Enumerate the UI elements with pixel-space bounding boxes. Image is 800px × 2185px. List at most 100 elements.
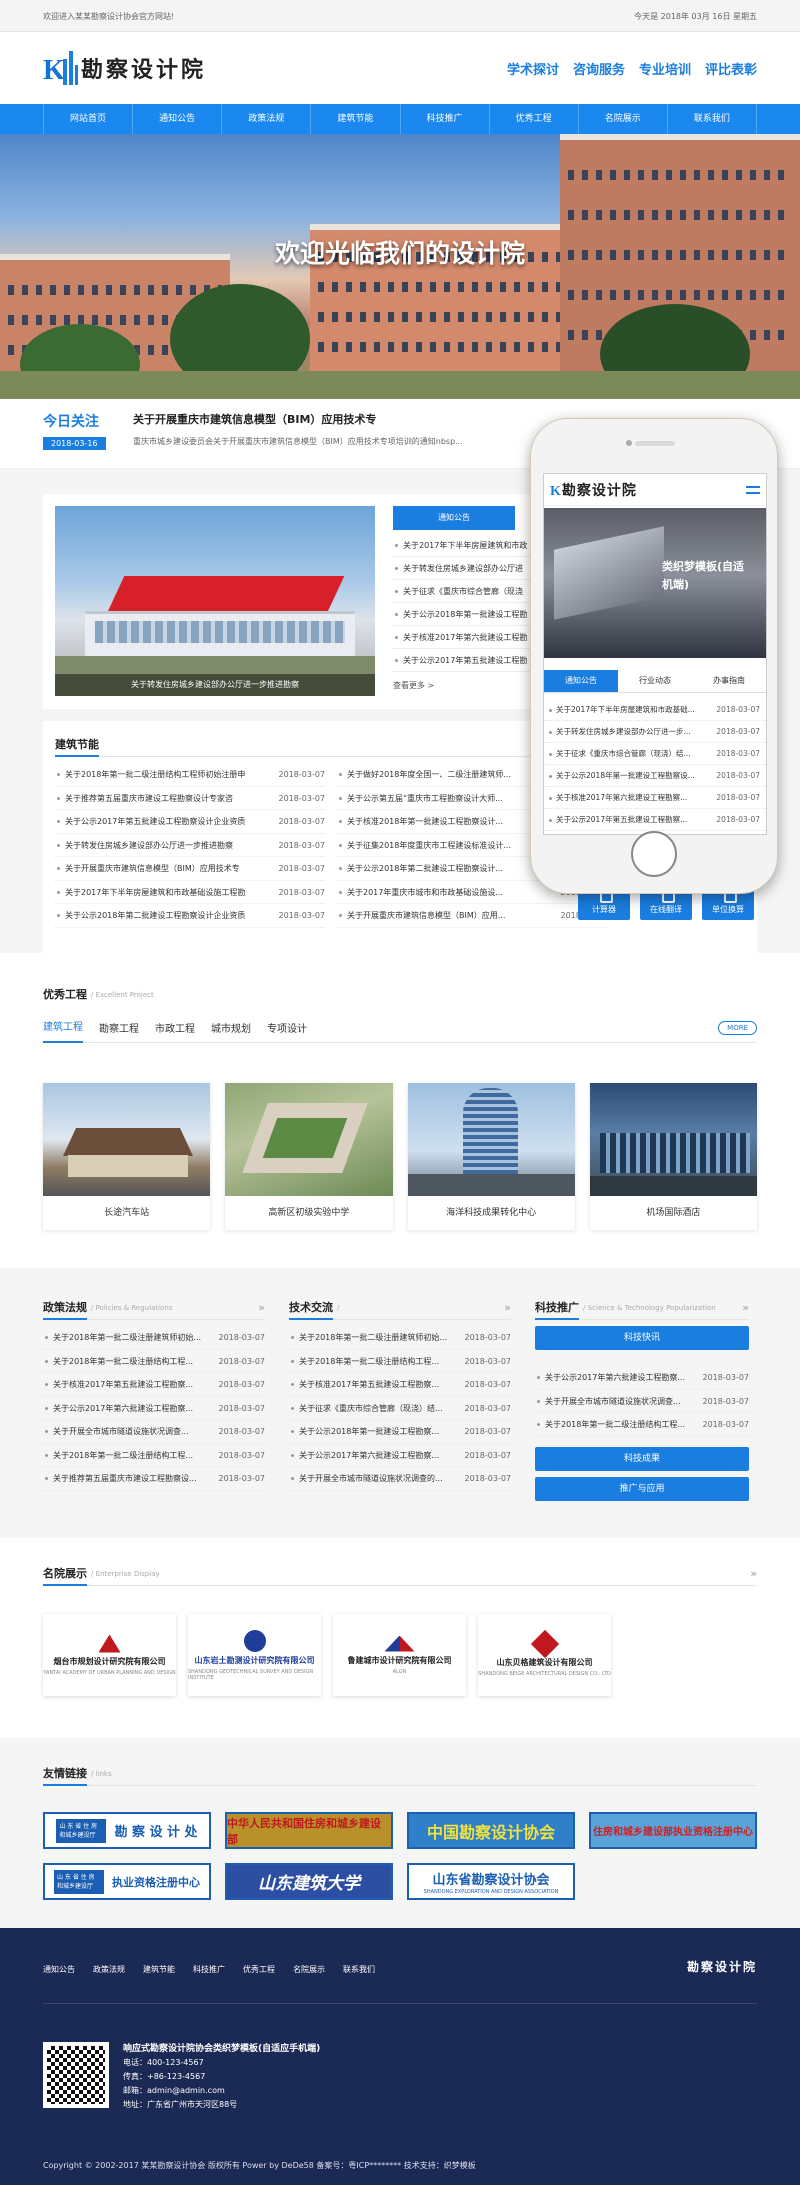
tab-survey[interactable]: 勘察工程 xyxy=(99,1020,139,1035)
nav-policy[interactable]: 政策法规 xyxy=(222,104,312,134)
project-image xyxy=(589,1083,757,1196)
phone-tab-guide[interactable]: 办事指南 xyxy=(692,670,766,692)
list-item[interactable]: 关于公示2017年第五批建设工程勘察... 2018-03-07 xyxy=(544,809,766,831)
nav-contact[interactable]: 联系我们 xyxy=(668,104,757,134)
list-item[interactable]: 关于核准2017年第六批建设工程勘察... 2018-03-07 xyxy=(544,787,766,809)
nav-energy[interactable]: 建筑节能 xyxy=(311,104,401,134)
date-text: 今天是 2018年 03月 16日 星期五 xyxy=(634,11,757,21)
header-link-awards[interactable]: 评比表彰 xyxy=(705,59,757,78)
promotion-button[interactable]: 推广与应用 xyxy=(535,1476,749,1501)
tab-municipal[interactable]: 市政工程 xyxy=(155,1020,195,1035)
featured-image[interactable]: 关于转发住房城乡建设部办公厅进一步推进勘察 xyxy=(55,506,375,696)
tab-architecture[interactable]: 建筑工程 xyxy=(43,1013,83,1043)
list-item[interactable]: 关于开展全市城市隧道设施状况调查... 2018-03-07 xyxy=(535,1390,749,1413)
home-button[interactable] xyxy=(631,831,677,877)
friend-link[interactable]: 中华人民共和国住房和城乡建设部 xyxy=(225,1812,393,1849)
list-item[interactable]: 关于2018年第一批二级注册结构工程... 2018-03-07 xyxy=(43,1350,265,1373)
list-item[interactable]: 关于征求《重庆市综合管廊（现浇）结... 2018-03-07 xyxy=(289,1397,511,1420)
friend-link[interactable]: 山 东 省 住 房 和城乡建设厅勘 察 设 计 处 xyxy=(43,1812,211,1849)
project-card[interactable]: 海洋科技成果转化中心 xyxy=(407,1083,575,1230)
enterprise-section: 名院展示 / Enterprise Display» 烟台市规划设计研究院有限公司… xyxy=(0,1538,800,1738)
enterprise-card[interactable]: 鲁建城市设计研究院有限公司 ALGN xyxy=(333,1614,466,1696)
list-item[interactable]: 关于转发住房城乡建设部办公厅进一步推进勘察 2018-03-07 xyxy=(55,834,325,857)
nav-notice[interactable]: 通知公告 xyxy=(133,104,223,134)
tech-results-button[interactable]: 科技成果 xyxy=(535,1446,749,1471)
footer-link[interactable]: 建筑节能 xyxy=(143,1964,175,1975)
site-logo[interactable]: K 勘察设计院 xyxy=(43,49,206,87)
tab-planning[interactable]: 城市规划 xyxy=(211,1020,251,1035)
friend-link[interactable]: 住房和城乡建设部执业资格注册中心 xyxy=(589,1812,757,1849)
list-item[interactable]: 关于开展全市城市隧道设施状况调查的... 2018-03-07 xyxy=(289,1467,511,1491)
list-item[interactable]: 关于开展重庆市建筑信息模型（BIM）应用技术专 2018-03-07 xyxy=(55,857,325,881)
list-item[interactable]: 关于公示2018年第一批建设工程勘 xyxy=(393,603,533,626)
phone-screen: K勘察设计院 类织梦模板(自适 机端) 通知公告 行业动态 办事指南 关于201… xyxy=(543,473,767,835)
enterprise-card[interactable]: 山东岩土勘测设计研究院有限公司 SHANDONG GEOTECHNICAL SUR… xyxy=(188,1614,321,1696)
list-item[interactable]: 关于公示2018年第一批建设工程勘察设... 2018-03-07 xyxy=(544,765,766,787)
list-item[interactable]: 关于2017年下半年房屋建筑和市政基础设施工程勘 2018-03-07 xyxy=(55,881,325,904)
project-card[interactable]: 机场国际酒店 xyxy=(589,1083,757,1230)
list-item[interactable]: 关于征求《重庆市综合管廊（现浇 xyxy=(393,580,533,603)
phone-tab-industry[interactable]: 行业动态 xyxy=(618,670,692,692)
footer-link[interactable]: 优秀工程 xyxy=(243,1964,275,1975)
list-item[interactable]: 关于转发住房城乡建设部办公厅进 xyxy=(393,557,533,580)
double-chevron-icon[interactable]: » xyxy=(258,1301,265,1314)
double-chevron-icon[interactable]: » xyxy=(750,1567,757,1580)
tab-special[interactable]: 专项设计 xyxy=(267,1020,307,1035)
list-item[interactable]: 关于推荐第五届重庆市建设工程勘察设计专家咨 2018-03-07 xyxy=(55,787,325,810)
nav-projects[interactable]: 优秀工程 xyxy=(490,104,579,134)
view-more-link[interactable]: 查看更多 > xyxy=(393,680,533,691)
enterprise-card[interactable]: 山东贝格建筑设计有限公司 SHANDONG BEIGE ARCHITECTURAL… xyxy=(478,1614,611,1696)
nav-tech[interactable]: 科技推广 xyxy=(401,104,490,134)
list-item[interactable]: 关于公示2017年第六批建设工程勘察... 2018-03-07 xyxy=(289,1444,511,1467)
header-link-consult[interactable]: 咨询服务 xyxy=(573,59,625,78)
list-item[interactable]: 关于2018年第一批二级注册结构工程... 2018-03-07 xyxy=(43,1444,265,1467)
list-item[interactable]: 关于2018年第一批二级注册结构工程... 2018-03-07 xyxy=(289,1350,511,1373)
header-link-academic[interactable]: 学术探讨 xyxy=(507,59,559,78)
double-chevron-icon[interactable]: » xyxy=(504,1301,511,1314)
tab-notice[interactable]: 通知公告 xyxy=(393,506,515,530)
list-item[interactable]: 关于核准2017年第五批建设工程勘察... 2018-03-07 xyxy=(43,1373,265,1397)
project-card[interactable]: 长途汽车站 xyxy=(43,1083,211,1230)
header-link-training[interactable]: 专业培训 xyxy=(639,59,691,78)
nav-home[interactable]: 网站首页 xyxy=(43,104,134,134)
friend-link[interactable]: 中国勘察设计协会 xyxy=(407,1812,575,1849)
nav-enterprise[interactable]: 名院展示 xyxy=(579,104,668,134)
list-item[interactable]: 关于公示2018年第一批建设工程勘察... 2018-03-07 xyxy=(289,1420,511,1444)
list-item[interactable]: 关于2018年第一批二级注册建筑师初始... 2018-03-07 xyxy=(289,1326,511,1350)
double-chevron-icon[interactable]: » xyxy=(742,1301,749,1314)
friend-link[interactable]: 山 东 省 住 房 和城乡建设厅 执业资格注册中心 xyxy=(43,1863,211,1900)
list-item[interactable]: 关于2018年第一批二级注册建筑师初始... 2018-03-07 xyxy=(43,1326,265,1350)
list-item[interactable]: 关于征求《重庆市综合管廊（现浇）结... 2018-03-07 xyxy=(544,743,766,765)
footer-link[interactable]: 政策法规 xyxy=(93,1964,125,1975)
list-item[interactable]: 关于公示2018年第二批建设工程勘察设计企业资质 2018-03-07 xyxy=(55,904,325,928)
list-item[interactable]: 关于开展全市城市隧道设施状况调查... 2018-03-07 xyxy=(43,1420,265,1444)
phone-logo[interactable]: K勘察设计院 xyxy=(550,480,637,500)
list-item[interactable]: 关于推荐第五届重庆市建设工程勘察设... 2018-03-07 xyxy=(43,1467,265,1491)
list-item[interactable]: 关于转发住房城乡建设部办公厅进一步... 2018-03-07 xyxy=(544,721,766,743)
footer-link[interactable]: 联系我们 xyxy=(343,1964,375,1975)
list-item[interactable]: 关于公示2017年第五批建设工程勘察设计企业资质 2018-03-07 xyxy=(55,810,325,834)
list-item[interactable]: 关于公示2017年第五批建设工程勘 xyxy=(393,649,533,672)
list-item[interactable]: 关于2017年下半年房屋建筑和市政 xyxy=(393,534,533,557)
phone-tab-notice[interactable]: 通知公告 xyxy=(544,670,618,692)
footer-link[interactable]: 名院展示 xyxy=(293,1964,325,1975)
menu-icon[interactable] xyxy=(746,485,760,494)
list-item[interactable]: 关于2017年下半年房屋建筑和市政基础... 2018-03-07 xyxy=(544,699,766,721)
list-item[interactable]: 关于2018年第一批二级注册结构工程... 2018-03-07 xyxy=(535,1413,749,1437)
more-button[interactable]: MORE xyxy=(718,1020,757,1035)
friend-link[interactable]: 山东建筑大学 xyxy=(225,1863,393,1900)
list-item[interactable]: 关于核准2017年第六批建设工程勘 xyxy=(393,626,533,649)
list-item[interactable]: 关于开展重庆市建筑信息模型（BIM）应用...2018-03-07 xyxy=(337,904,607,928)
energy-title: 建筑节能 xyxy=(55,733,99,757)
list-item[interactable]: 关于公示2017年第六批建设工程勘察... 2018-03-07 xyxy=(535,1366,749,1390)
today-title-link[interactable]: 关于开展重庆市建筑信息模型（BIM）应用技术专 xyxy=(133,411,463,427)
project-card[interactable]: 高新区初级实验中学 xyxy=(225,1083,393,1230)
list-item[interactable]: 关于2018年第一批二级注册结构工程师初始注册申 2018-03-07 xyxy=(55,763,325,787)
list-item[interactable]: 关于公示2017年第六批建设工程勘察... 2018-03-07 xyxy=(43,1397,265,1420)
friend-link[interactable]: 山东省勘察设计协会 SHANDONG EXPLORATION AND DESIGN… xyxy=(407,1863,575,1900)
enterprise-card[interactable]: 烟台市规划设计研究院有限公司 YANTAI ACADEMY OF URBAN PL… xyxy=(43,1614,176,1696)
footer-link[interactable]: 科技推广 xyxy=(193,1964,225,1975)
footer-link[interactable]: 通知公告 xyxy=(43,1964,75,1975)
tech-news-button[interactable]: 科技快讯 xyxy=(535,1326,749,1350)
list-item[interactable]: 关于核准2017年第五批建设工程勘察... 2018-03-07 xyxy=(289,1373,511,1397)
